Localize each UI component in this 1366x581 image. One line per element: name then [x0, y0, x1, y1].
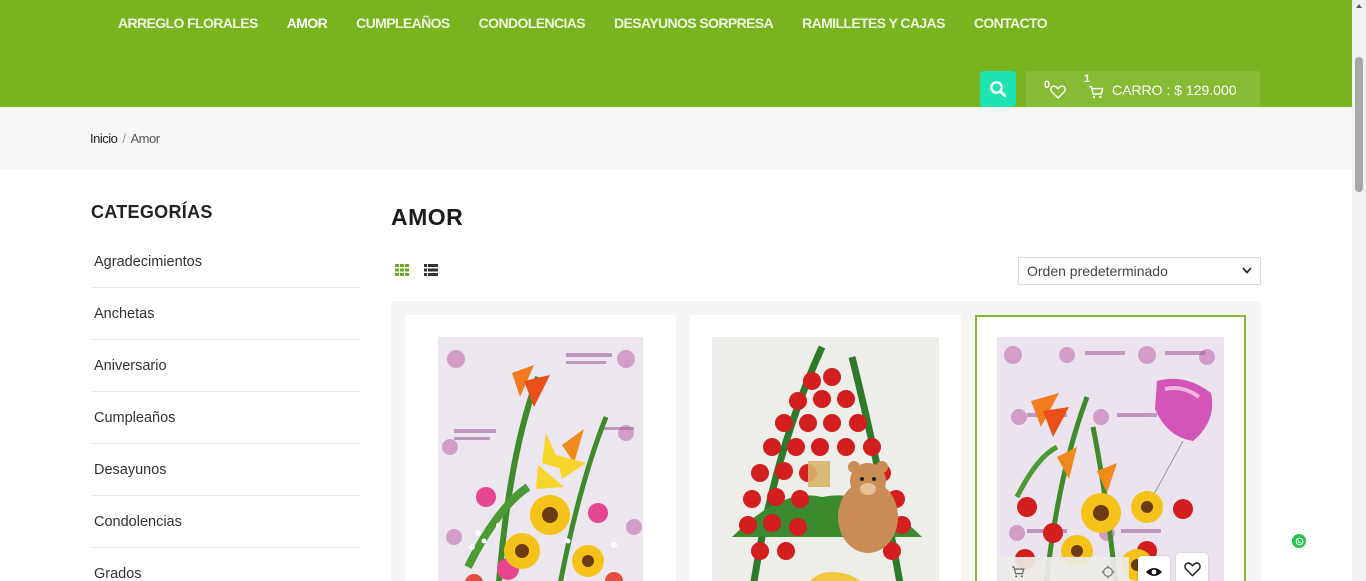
category-grados[interactable]: Grados	[91, 548, 360, 581]
cart-icon[interactable]	[1011, 566, 1025, 578]
category-anchetas[interactable]: Anchetas	[91, 288, 360, 340]
whatsapp-button[interactable]	[1292, 534, 1306, 548]
category-condolencias[interactable]: Condolencias	[91, 496, 360, 548]
chevron-down-icon	[1242, 267, 1252, 274]
bouquet-photo	[438, 337, 643, 581]
nav-item-desayunos-sorpresa[interactable]: DESAYUNOS SORPRESA	[614, 15, 774, 31]
page: ARREGLO FLORALES AMOR CUMPLEAÑOS CONDOLE…	[0, 0, 1366, 581]
search-button[interactable]	[980, 71, 1016, 107]
sidebar-title: CATEGORÍAS	[91, 202, 213, 222]
sort-select[interactable]: Orden predeterminado	[1018, 257, 1261, 285]
product-card[interactable]	[975, 315, 1246, 581]
compare-icon[interactable]	[1101, 565, 1115, 579]
product-card[interactable]	[405, 315, 676, 581]
heart-icon	[1183, 561, 1201, 577]
grid-view-button[interactable]	[395, 263, 409, 281]
main-nav: ARREGLO FLORALES AMOR CUMPLEAÑOS CONDOLE…	[118, 15, 1048, 31]
product-image[interactable]	[438, 337, 643, 581]
grid-view-icon	[395, 264, 409, 276]
product-actions	[999, 553, 1231, 581]
whatsapp-icon	[1295, 537, 1303, 545]
breadcrumb-separator: /	[122, 131, 126, 146]
breadcrumb-current: Amor	[130, 131, 160, 146]
sort-selected-value: Orden predeterminado	[1027, 263, 1168, 279]
nav-item-amor[interactable]: AMOR	[287, 15, 328, 31]
scrollbar-thumb[interactable]	[1355, 57, 1363, 192]
list-view-icon	[424, 264, 438, 276]
nav-item-contacto[interactable]: CONTACTO	[974, 15, 1048, 31]
nav-item-condolencias[interactable]: CONDOLENCIAS	[479, 15, 586, 31]
bouquet-photo	[712, 337, 939, 581]
site-header: ARREGLO FLORALES AMOR CUMPLEAÑOS CONDOLE…	[0, 0, 1352, 107]
cart-count: 1	[1084, 73, 1091, 85]
breadcrumb-band: Inicio / Amor	[0, 107, 1352, 169]
category-list: Agradecimientos Anchetas Aniversario Cum…	[91, 236, 360, 581]
category-cumpleanos[interactable]: Cumpleaños	[91, 392, 360, 444]
product-image[interactable]	[712, 337, 939, 581]
eye-icon	[1146, 568, 1162, 576]
nav-item-ramilletes-y-cajas[interactable]: RAMILLETES Y CAJAS	[802, 15, 945, 31]
page-title: AMOR	[391, 204, 464, 230]
bouquet-photo	[997, 337, 1224, 581]
breadcrumb-home-link[interactable]: Inicio	[90, 131, 118, 146]
product-grid	[391, 301, 1261, 581]
cart-bar: 0 1 CARRO : $ 129.000	[1026, 71, 1260, 107]
wishlist-button[interactable]: 0	[1044, 77, 1066, 101]
heart-icon	[1050, 85, 1066, 99]
list-view-button[interactable]	[424, 263, 438, 281]
quick-view-button[interactable]	[1138, 556, 1170, 581]
category-agradecimientos[interactable]: Agradecimientos	[91, 236, 360, 288]
cart-button[interactable]: 1 CARRO : $ 129.000	[1084, 73, 1237, 99]
add-to-wishlist-button[interactable]	[1176, 553, 1208, 581]
category-aniversario[interactable]: Aniversario	[91, 340, 360, 392]
cart-icon	[1089, 85, 1104, 99]
product-image[interactable]	[997, 337, 1224, 581]
search-icon	[990, 81, 1007, 98]
scroll-up-arrow[interactable]	[1356, 4, 1362, 8]
cart-total: CARRO : $ 129.000	[1112, 82, 1237, 98]
page-scrollbar[interactable]	[1352, 0, 1366, 581]
product-action-bar	[999, 557, 1129, 581]
nav-item-arreglo-florales[interactable]: ARREGLO FLORALES	[118, 15, 258, 31]
breadcrumb: Inicio / Amor	[90, 131, 160, 146]
product-card[interactable]	[690, 315, 961, 581]
category-desayunos[interactable]: Desayunos	[91, 444, 360, 496]
nav-item-cumpleanos[interactable]: CUMPLEAÑOS	[356, 15, 450, 31]
